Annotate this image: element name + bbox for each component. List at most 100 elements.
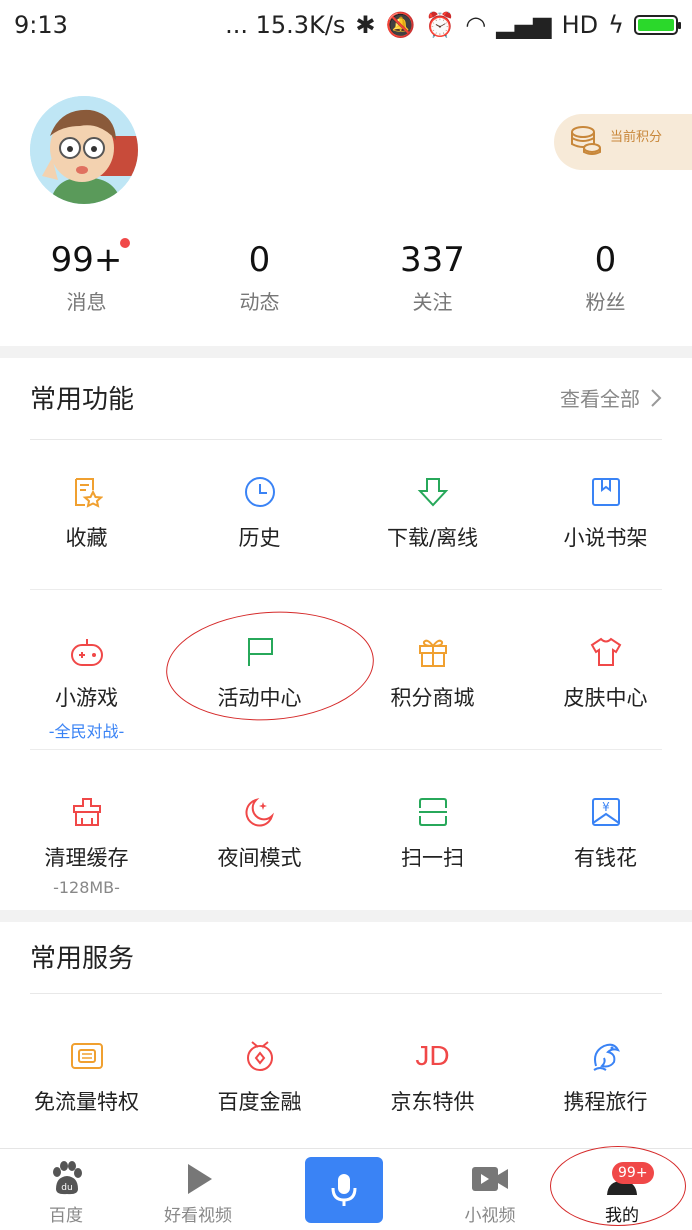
stat-value: 99+: [50, 240, 123, 280]
function-bookshelf[interactable]: 小说书架: [519, 430, 692, 590]
nav-short-video[interactable]: 小视频: [424, 1149, 556, 1230]
stat-label: 粉丝: [585, 290, 626, 314]
function-label: 下载/离线: [386, 526, 479, 550]
function-label: 收藏: [65, 526, 108, 550]
function-label: 历史: [238, 526, 281, 550]
favorite-icon: [69, 474, 105, 510]
function-label: 小游戏: [55, 686, 118, 710]
function-sublabel: -全民对战-: [48, 722, 125, 741]
gift-icon: [415, 634, 451, 670]
scan-icon: [415, 794, 451, 830]
finance-icon: [242, 1038, 278, 1074]
function-skin-center[interactable]: 皮肤中心: [519, 590, 692, 750]
clock-icon: [242, 474, 278, 510]
function-downloads[interactable]: 下载/离线: [346, 430, 519, 590]
stat-followers[interactable]: 0 粉丝: [519, 238, 692, 315]
service-ctrip[interactable]: 携程旅行: [519, 994, 692, 1154]
nav-baidu[interactable]: du 百度: [0, 1149, 132, 1230]
avatar[interactable]: [30, 96, 138, 204]
function-label: 积分商城: [390, 686, 475, 710]
service-row: 免流量特权 百度金融 JD 京东特供 携程旅行: [0, 994, 692, 1154]
mute-icon: 🔕: [385, 11, 416, 39]
section-title: 常用功能: [30, 385, 135, 415]
function-scan[interactable]: 扫一扫: [346, 750, 519, 910]
nav-label: 小视频: [464, 1206, 516, 1226]
nav-label: 百度: [49, 1206, 83, 1226]
mic-button[interactable]: [305, 1157, 383, 1223]
clean-icon: [69, 794, 105, 830]
function-sublabel: -128MB-: [53, 878, 120, 897]
signal-icon: ▂▄▆: [496, 11, 552, 39]
stat-value: 0: [248, 240, 271, 280]
svg-text:¥: ¥: [602, 800, 610, 814]
common-services-header: 常用服务: [30, 920, 662, 994]
play-icon: [188, 1164, 212, 1194]
gamepad-icon: [69, 634, 105, 670]
stat-value: 0: [594, 240, 617, 280]
view-all-label: 查看全部: [560, 387, 640, 411]
service-label: 携程旅行: [563, 1090, 648, 1114]
status-time: 9:13: [14, 11, 68, 39]
service-jd[interactable]: JD 京东特供: [346, 994, 519, 1154]
nav-haokan-video[interactable]: 好看视频: [132, 1149, 264, 1230]
function-label: 扫一扫: [401, 846, 464, 870]
status-bar: 9:13 ... 15.3K/s ✱ 🔕 ⏰ ◠ ▂▄▆ HD ϟ: [0, 0, 692, 50]
view-all-link[interactable]: 查看全部: [560, 383, 662, 412]
function-clear-cache[interactable]: 清理缓存 -128MB-: [0, 750, 173, 910]
network-type: HD: [561, 11, 599, 39]
chevron-right-icon: [651, 388, 662, 407]
function-label: 小说书架: [563, 526, 648, 550]
video-camera-icon: [472, 1167, 508, 1191]
service-baidu-finance[interactable]: 百度金融: [173, 994, 346, 1154]
service-free-data[interactable]: 免流量特权: [0, 994, 173, 1154]
common-functions-header: 常用功能 查看全部: [30, 356, 662, 440]
mic-icon: [331, 1174, 357, 1206]
stat-following[interactable]: 337 关注: [346, 238, 519, 315]
jd-icon: JD: [415, 1038, 451, 1074]
service-label: 免流量特权: [34, 1090, 139, 1114]
alarm-icon: ⏰: [425, 11, 456, 39]
unread-dot: [120, 238, 130, 248]
download-icon: [415, 474, 451, 510]
function-row: 清理缓存 -128MB- 夜间模式 扫一扫 ¥ 有钱花: [0, 750, 692, 910]
stat-label: 消息: [66, 290, 107, 314]
stat-messages[interactable]: 99+ 消息: [0, 238, 173, 315]
function-label: 清理缓存: [44, 846, 129, 870]
points-button[interactable]: 当前积分: [554, 114, 692, 170]
function-label: 皮肤中心: [563, 686, 648, 710]
jd-logo-text: JD: [415, 1040, 450, 1071]
function-night-mode[interactable]: 夜间模式: [173, 750, 346, 910]
function-row: 收藏 历史 下载/离线 小说书架: [0, 430, 692, 590]
function-mini-games[interactable]: 小游戏 -全民对战-: [0, 590, 173, 750]
function-history[interactable]: 历史: [173, 430, 346, 590]
paw-icon: du: [53, 1161, 82, 1195]
money-icon: ¥: [588, 794, 624, 830]
stat-label: 关注: [412, 290, 453, 314]
stat-label: 动态: [239, 290, 280, 314]
stat-activity[interactable]: 0 动态: [173, 238, 346, 315]
nav-label: 好看视频: [164, 1206, 232, 1226]
coins-icon: [571, 126, 601, 155]
data-card-icon: [69, 1038, 105, 1074]
service-label: 百度金融: [217, 1090, 302, 1114]
moon-icon: [242, 794, 278, 830]
service-label: 京东特供: [390, 1090, 475, 1114]
stat-value: 337: [400, 240, 465, 280]
function-label: 有钱花: [574, 846, 637, 870]
svg-text:du: du: [61, 1183, 72, 1193]
bookshelf-icon: [588, 474, 624, 510]
function-favorites[interactable]: 收藏: [0, 430, 173, 590]
battery-icon: [634, 15, 681, 35]
function-youqianhua[interactable]: ¥ 有钱花: [519, 750, 692, 910]
status-icons: ... 15.3K/s ✱ 🔕 ⏰ ◠ ▂▄▆ HD ϟ: [225, 11, 681, 39]
section-title: 常用服务: [30, 944, 135, 974]
nav-voice-search[interactable]: [264, 1149, 424, 1230]
shirt-icon: [588, 634, 624, 670]
network-speed: ... 15.3K/s: [225, 11, 346, 39]
function-label: 夜间模式: [217, 846, 302, 870]
ctrip-icon: [588, 1038, 624, 1074]
annotation-ellipse: [550, 1146, 686, 1226]
stats-row: 99+ 消息 0 动态 337 关注 0 粉丝: [0, 238, 692, 315]
wifi-icon: ◠: [465, 11, 487, 39]
bluetooth-icon: ✱: [355, 11, 376, 39]
